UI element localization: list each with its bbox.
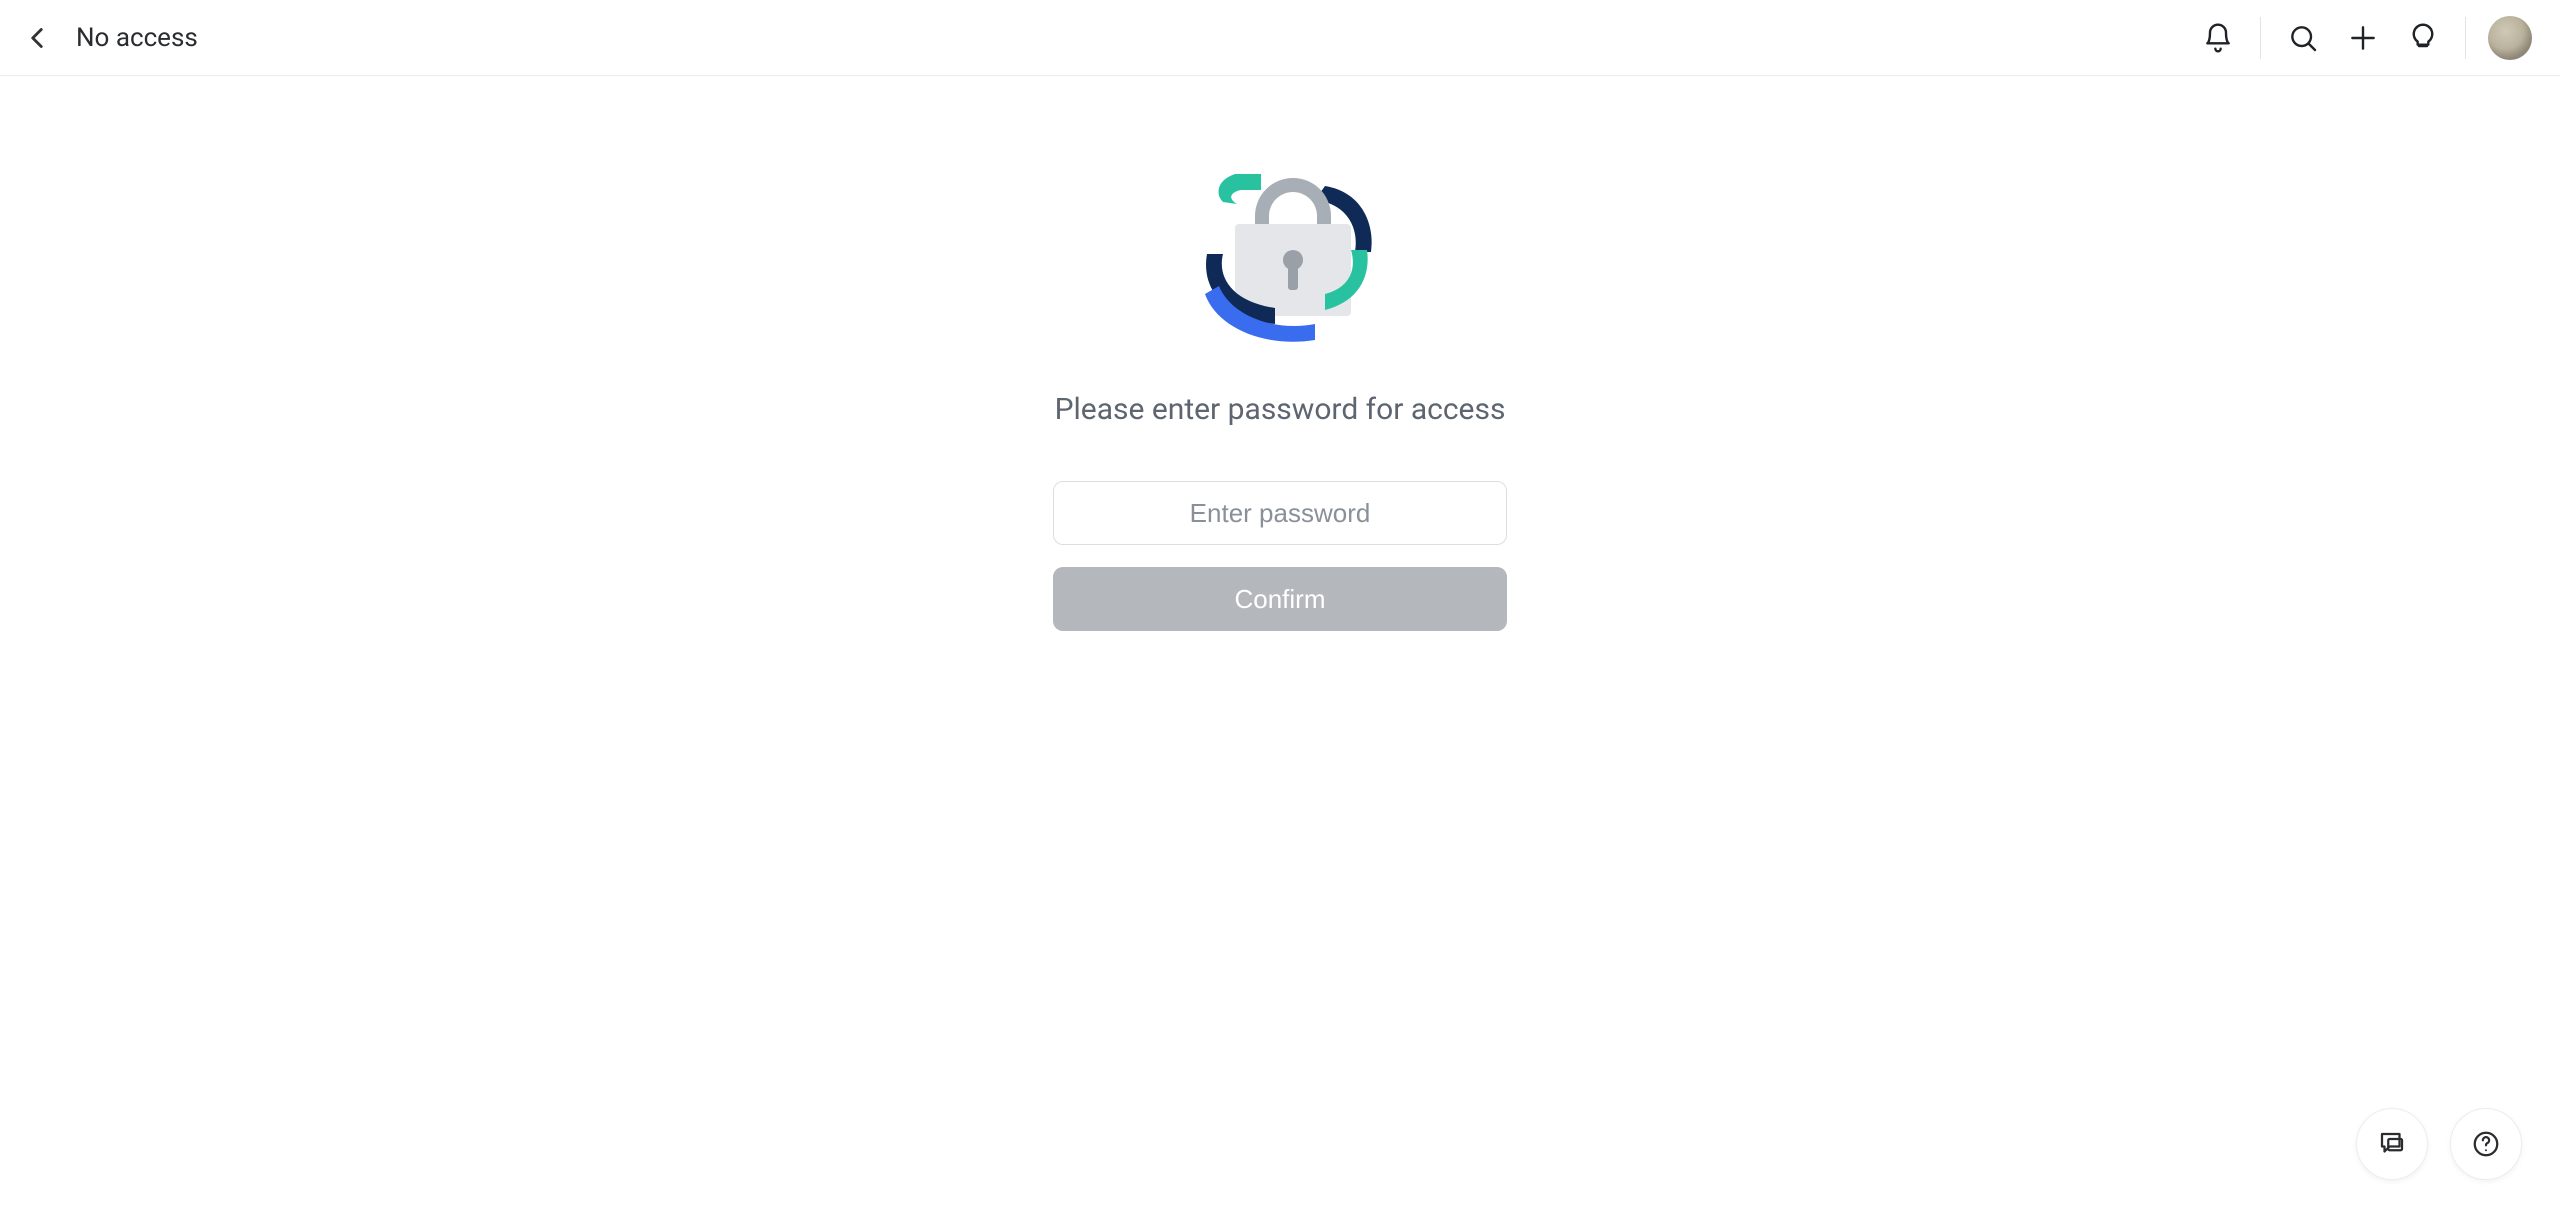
topbar-right xyxy=(2198,16,2532,60)
search-icon xyxy=(2287,22,2319,54)
back-button[interactable] xyxy=(20,21,54,55)
search-button[interactable] xyxy=(2283,18,2323,58)
notifications-button[interactable] xyxy=(2198,18,2238,58)
lightbulb-icon xyxy=(2407,22,2439,54)
bell-icon xyxy=(2202,22,2234,54)
page-title: No access xyxy=(76,23,198,53)
divider xyxy=(2260,17,2261,59)
tips-button[interactable] xyxy=(2403,18,2443,58)
feedback-button[interactable] xyxy=(2356,1108,2428,1180)
main-content: Please enter password for access Confirm xyxy=(0,76,2560,631)
chevron-left-icon xyxy=(20,21,54,55)
password-prompt: Please enter password for access xyxy=(1055,392,1506,427)
help-button[interactable] xyxy=(2450,1108,2522,1180)
topbar: No access xyxy=(0,0,2560,76)
divider xyxy=(2465,17,2466,59)
topbar-left: No access xyxy=(20,21,198,55)
password-input[interactable] xyxy=(1053,481,1507,545)
avatar[interactable] xyxy=(2488,16,2532,60)
help-icon xyxy=(2471,1129,2501,1159)
lock-illustration xyxy=(1165,146,1395,356)
plus-icon xyxy=(2347,22,2379,54)
create-button[interactable] xyxy=(2343,18,2383,58)
floating-actions xyxy=(2356,1108,2522,1180)
chat-feedback-icon xyxy=(2377,1129,2407,1159)
confirm-button[interactable]: Confirm xyxy=(1053,567,1507,631)
